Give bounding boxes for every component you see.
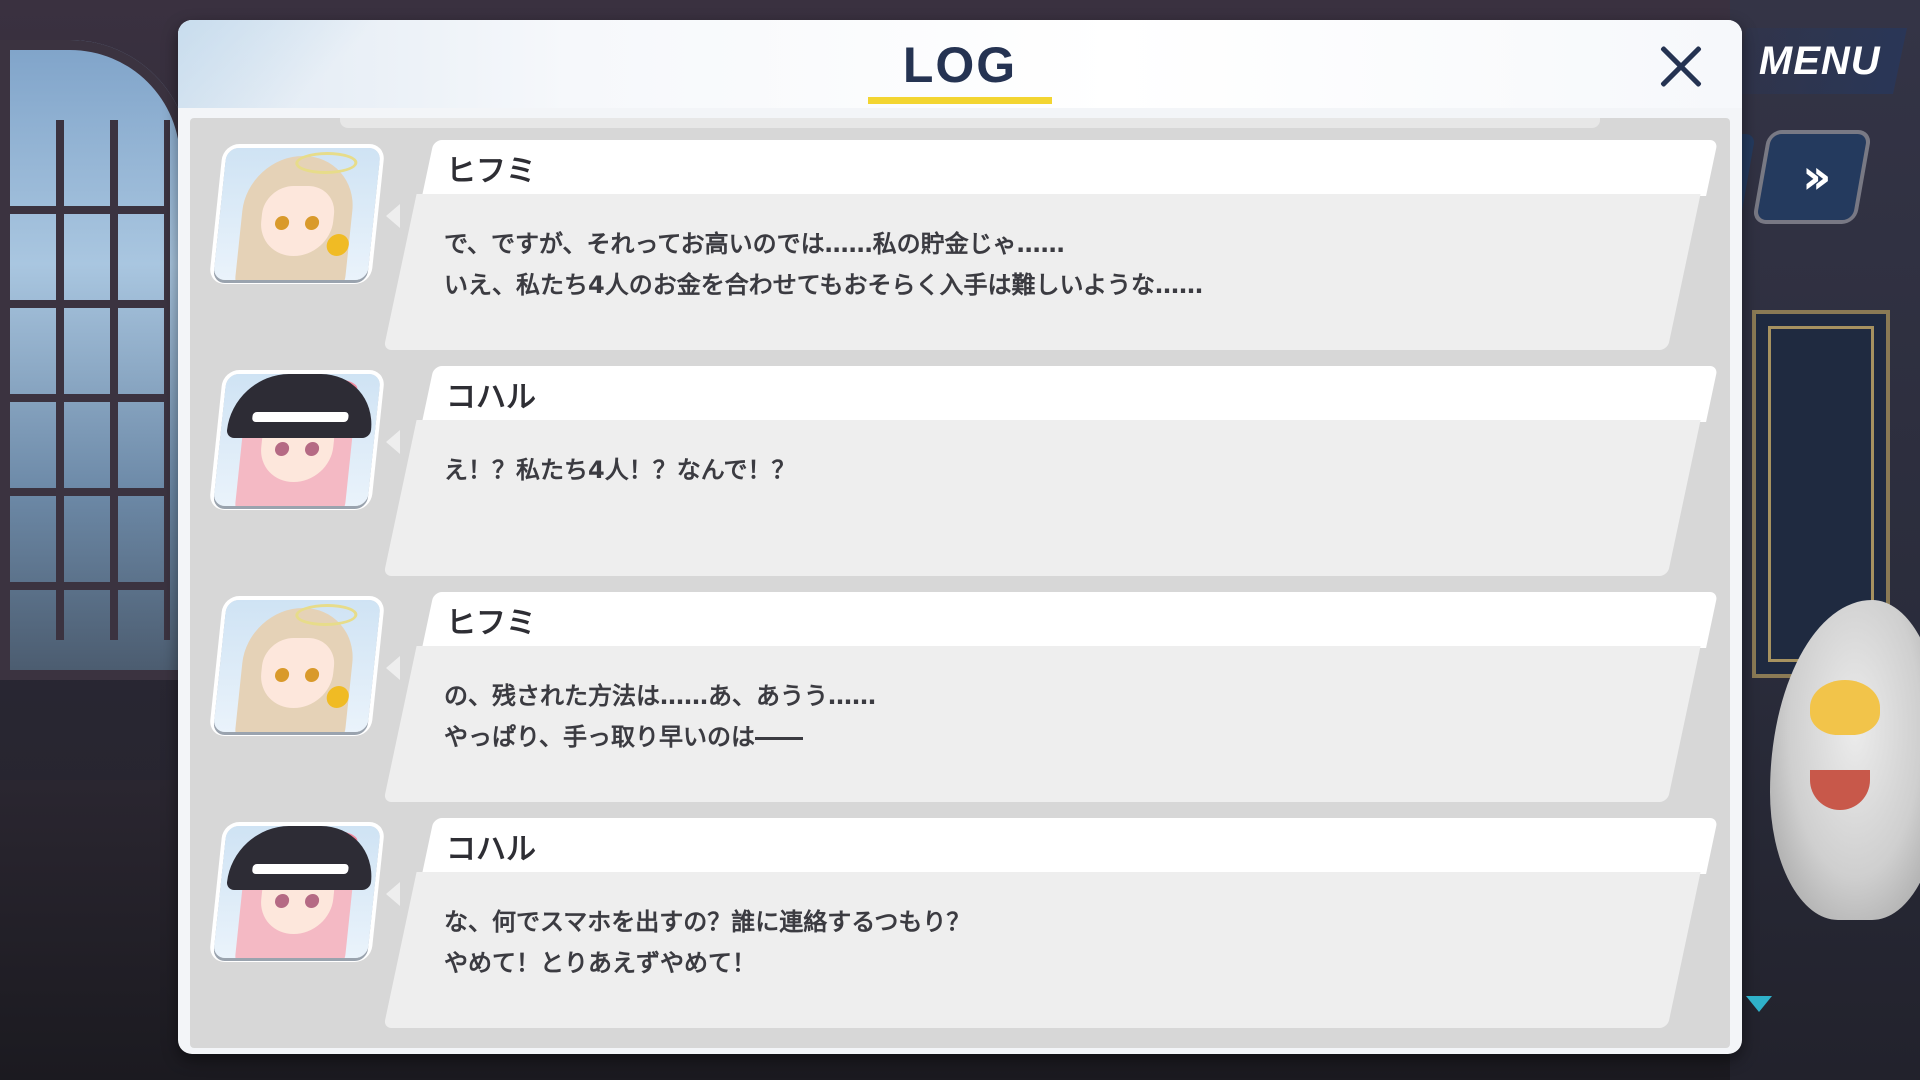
fast-forward-icon: ››: [1802, 149, 1822, 205]
bubble-pointer: [386, 882, 400, 906]
previous-entry-edge: [340, 118, 1600, 128]
speaker-bar: [422, 592, 1718, 648]
background-window-frame: [10, 120, 170, 640]
speaker-name: ヒフミ: [446, 606, 536, 641]
character-avatar-koharu: [213, 374, 381, 506]
speaker-name: コハル: [446, 380, 536, 415]
bubble-pointer: [386, 430, 400, 454]
log-title-underline: [868, 97, 1052, 104]
log-panel: LOG ヒフミ で、ですが、それってお高いのでは……私の貯金じゃ…… いえ、私た…: [178, 20, 1742, 1054]
scroll-down-icon[interactable]: [1746, 996, 1772, 1012]
dialogue-line: いえ、私たち4人のお金を合わせてもおそらく入手は難しいような……: [444, 271, 1204, 299]
log-entry: コハル な、何でスマホを出すの？誰に連絡するつもり？ やめて！とりあえずやめて！: [190, 818, 1730, 1032]
log-entry: ヒフミ の、残された方法は……あ、あうう…… やっぱり、手っ取り早いのは――: [190, 592, 1730, 806]
dialogue-line: やっぱり、手っ取り早いのは――: [444, 723, 804, 751]
dialogue-bubble: コハル え！？私たち4人！？なんで！？: [383, 366, 1718, 576]
speaker-name: コハル: [446, 832, 536, 867]
speaker-bar: [422, 818, 1718, 874]
dialogue-line: やめて！とりあえずやめて！: [444, 949, 756, 977]
dialogue-bubble: ヒフミ の、残された方法は……あ、あうう…… やっぱり、手っ取り早いのは――: [383, 592, 1718, 802]
dialogue-line: な、何でスマホを出すの？誰に連絡するつもり？: [444, 908, 971, 936]
speaker-bar: [422, 366, 1718, 422]
log-entry: コハル え！？私たち4人！？なんで！？: [190, 366, 1730, 580]
menu-button[interactable]: MENU: [1732, 28, 1908, 94]
log-title: LOG: [902, 37, 1018, 93]
fast-forward-button[interactable]: ››: [1756, 134, 1868, 220]
dialogue-line: の、残された方法は……あ、あうう……: [444, 682, 876, 710]
character-avatar-hifumi: [213, 148, 381, 280]
speaker-bar: [422, 140, 1718, 196]
dialogue-bubble: コハル な、何でスマホを出すの？誰に連絡するつもり？ やめて！とりあえずやめて！: [383, 818, 1718, 1028]
menu-button-label: MENU: [1759, 38, 1881, 83]
speaker-name: ヒフミ: [446, 154, 536, 189]
bubble-pointer: [386, 656, 400, 680]
dialogue-line: え！？私たち4人！？なんで！？: [444, 456, 796, 484]
log-entry: ヒフミ で、ですが、それってお高いのでは……私の貯金じゃ…… いえ、私たち4人の…: [190, 140, 1730, 354]
dialogue-line: で、ですが、それってお高いのでは……私の貯金じゃ……: [444, 230, 1065, 258]
dialogue-bubble: ヒフミ で、ですが、それってお高いのでは……私の貯金じゃ…… いえ、私たち4人の…: [383, 140, 1718, 350]
close-icon[interactable]: [1648, 34, 1714, 100]
character-avatar-hifumi: [213, 600, 381, 732]
character-avatar-koharu: [213, 826, 381, 958]
bubble-pointer: [386, 204, 400, 228]
dialogue-text-area: [383, 420, 1701, 576]
log-list[interactable]: ヒフミ で、ですが、それってお高いのでは……私の貯金じゃ…… いえ、私たち4人の…: [190, 118, 1730, 1048]
background-mascot-beak: [1810, 680, 1880, 735]
